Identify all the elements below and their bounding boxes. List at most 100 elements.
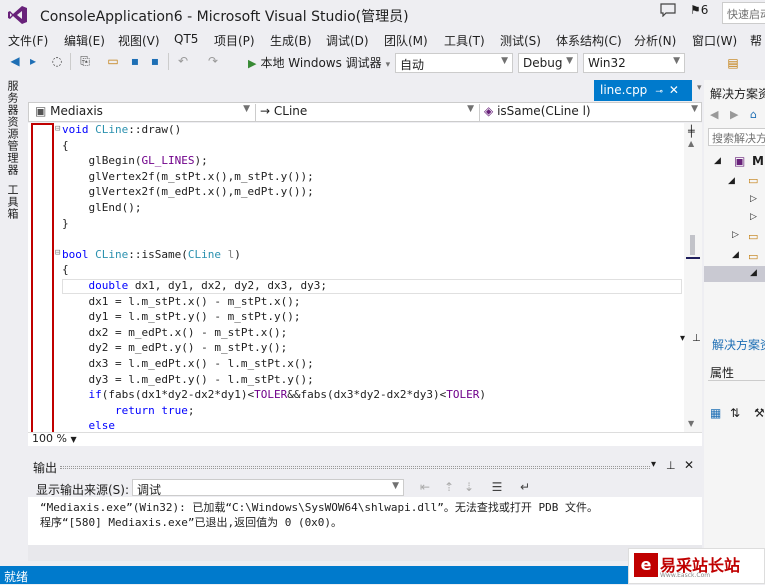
code-line: bool CLine::isSame(CLine l) [62,247,241,261]
scroll-position-marker [686,257,700,259]
back-icon[interactable]: ◀ [710,108,718,121]
solution-search-input[interactable]: 搜索解决方 [708,128,765,146]
close-icon[interactable]: ✕ [669,83,679,97]
undo-icon[interactable]: ↶ [176,54,190,68]
config-auto-select[interactable]: 自动 ▼ [395,53,513,73]
chevron-down-icon: ▼ [392,481,399,491]
menu-test[interactable]: 测试(S) [500,32,541,49]
folder-icon: ▭ [748,174,759,187]
expand-icon[interactable]: ◢ [714,156,721,166]
scroll-up-icon[interactable]: ▲ [688,139,694,148]
redo-icon[interactable]: ↷ [206,54,220,68]
clear-all-icon[interactable]: ☰ [490,480,504,494]
menu-analyze[interactable]: 分析(N) [634,32,676,49]
scroll-down-icon[interactable]: ▼ [688,419,694,428]
toolbar-separator [168,53,169,70]
config-debug-select[interactable]: Debug ▼ [518,53,578,73]
folder-icon: ▭ [748,230,759,243]
split-icon[interactable]: ╪ [688,125,695,138]
toolbar-separator [70,53,71,70]
find-message-icon[interactable]: ⇤ [418,480,432,494]
menu-tools[interactable]: 工具(T) [444,32,485,49]
collapse-toggle[interactable]: ⊟ [55,248,60,258]
menu-window[interactable]: 窗口(W) [692,32,737,49]
menu-file[interactable]: 文件(F) [8,32,48,49]
document-tab-line-cpp[interactable]: line.cpp ⊸ ✕ [594,80,692,101]
open-file-icon[interactable]: ▭ [106,54,120,68]
notification-flag[interactable]: ⚑6 [690,3,708,17]
editor-vertical-scrollbar[interactable]: ╪ ▲ ▼ [684,123,702,432]
tab-server-explorer[interactable]: 服务器资源管理器 [4,80,20,176]
code-line: { [62,138,69,152]
wrench-icon[interactable]: ⚒ [754,406,765,420]
home-icon[interactable]: ⌂ [750,108,757,121]
run-label: 本地 Windows 调试器 [260,56,382,70]
word-wrap-icon[interactable]: ↵ [518,480,532,494]
menu-team[interactable]: 团队(M) [384,32,428,49]
left-tool-tabs: 服务器资源管理器 工具箱 [0,74,22,568]
pin-icon[interactable]: ⊥ [666,459,676,472]
tab-list-dropdown-icon[interactable]: ▾ [697,83,702,93]
start-debugging-button[interactable]: ▶ 本地 Windows 调试器 ▾ [248,54,390,71]
feedback-icon[interactable] [660,3,676,17]
arrow-right-icon: → [260,104,271,118]
menu-architecture[interactable]: 体系结构(C) [556,32,622,49]
collapsed-icon[interactable]: ▷ [750,194,757,204]
panel-dropdown-icon[interactable]: ▾ [680,333,685,344]
output-source-select[interactable]: 调试 ▼ [132,479,404,497]
menu-view[interactable]: 视图(V) [118,32,160,49]
quick-launch-input[interactable]: 快速启动 [722,2,765,24]
nav-dropdown-icon[interactable]: ◌ [50,54,64,68]
back-icon[interactable]: ◀ [8,54,22,68]
menu-qt5[interactable]: QT5 [174,32,198,46]
collapsed-icon[interactable]: ▷ [732,230,739,240]
pin-icon[interactable]: ⊸ [655,87,663,97]
save-all-icon[interactable]: ▪ [148,54,162,68]
new-project-icon[interactable]: ⎘ [78,54,92,68]
solution-explorer-title: 解决方案资 [710,87,765,101]
categorized-icon[interactable]: ▦ [710,406,721,420]
code-line: dy3 = l.m_edPt.y() - l.m_stPt.y(); [88,372,314,386]
output-pane-title: 输出 [33,461,58,475]
forward-icon[interactable]: ▸ [26,54,40,68]
scrollbar-thumb[interactable] [690,235,695,255]
solution-explorer-tab[interactable]: 解决方案资 [712,336,765,353]
project-icon: ▣ [35,104,47,118]
output-source-label: 显示输出来源(S): [36,483,130,497]
tab-toolbox[interactable]: 工具箱 [4,184,20,220]
collapse-toggle[interactable]: ⊟ [55,124,60,134]
menu-debug[interactable]: 调试(D) [326,32,369,49]
nav-member-combo[interactable]: ◈ isSame(CLine l) ▼ [479,104,701,121]
expand-icon[interactable]: ◢ [732,250,739,260]
pin-icon[interactable]: ⊥ [692,333,701,344]
notification-count: 6 [700,3,709,17]
prev-message-icon[interactable]: ⇡ [442,480,456,494]
collapsed-icon[interactable]: ▷ [750,212,757,222]
method-icon: ◈ [484,104,494,118]
forward-icon[interactable]: ▶ [730,108,738,121]
flag-icon: ⚑ [690,3,701,17]
next-message-icon[interactable]: ⇣ [462,480,476,494]
code-line: } [62,216,69,230]
solution-node[interactable]: Mi [752,154,765,168]
dropdown-arrow-icon[interactable]: ▾ [651,459,656,470]
sort-alpha-icon[interactable]: ⇅ [730,406,740,420]
expand-icon[interactable]: ◢ [728,176,735,186]
save-icon[interactable]: ▪ [128,54,142,68]
nav-member-value: isSame(CLine l) [497,104,591,118]
platform-select[interactable]: Win32 ▼ [583,53,685,73]
code-line: if(fabs(dx1*dy2-dx2*dy1)<TOLER&&fabs(dx3… [88,388,487,402]
output-text-area[interactable]: “Mediaxis.exe”(Win32): 已加载“C:\Windows\Sy… [28,497,702,545]
toolbar-extra-icon[interactable]: ▤ [726,56,740,70]
output-horizontal-scrollbar[interactable] [28,545,702,561]
menu-help[interactable]: 帮 [750,32,762,49]
menu-build[interactable]: 生成(B) [270,32,312,49]
code-line: glEnd(); [88,201,142,214]
close-icon[interactable]: ✕ [684,458,694,472]
zoom-level[interactable]: 100 % ▼ [32,432,77,445]
nav-project-combo[interactable]: ▣ Mediaxis ▼ [31,104,253,121]
menu-project[interactable]: 项目(P) [214,32,255,49]
menu-edit[interactable]: 编辑(E) [64,32,105,49]
nav-class-combo[interactable]: → CLine ▼ [255,104,477,121]
watermark-logo: e [634,553,658,577]
